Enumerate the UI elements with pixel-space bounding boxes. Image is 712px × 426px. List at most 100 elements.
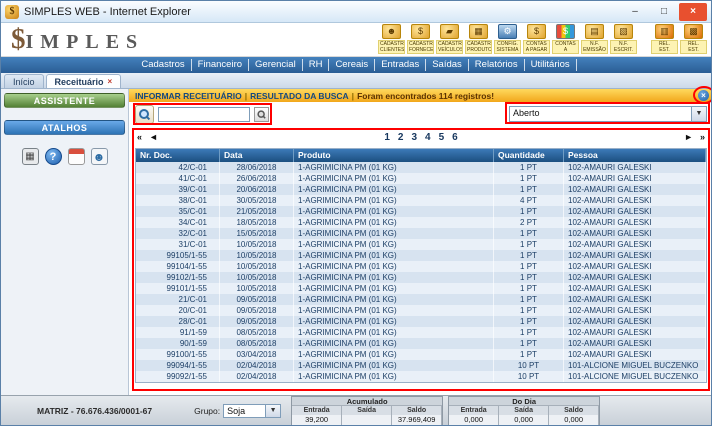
table-row[interactable]: 35/C-0121/05/20181-AGRIMICINA PM (01 KG)… bbox=[136, 206, 706, 217]
table-row[interactable]: 21/C-0109/05/20181-AGRIMICINA PM (01 KG)… bbox=[136, 294, 706, 305]
table-row[interactable]: 41/C-0126/06/20181-AGRIMICINA PM (01 KG)… bbox=[136, 173, 706, 184]
table-row[interactable]: 42/C-0128/06/20181-AGRIMICINA PM (01 KG)… bbox=[136, 162, 706, 173]
tab-receituario[interactable]: Receituário× bbox=[46, 74, 122, 88]
page-1[interactable]: 1 bbox=[384, 132, 390, 143]
atalhos-button[interactable]: ATALHOS bbox=[4, 120, 125, 135]
table-row[interactable]: 99100/1-5503/04/20181-AGRIMICINA PM (01 … bbox=[136, 349, 706, 360]
table-row[interactable]: 34/C-0118/05/20181-AGRIMICINA PM (01 KG)… bbox=[136, 217, 706, 228]
table-row[interactable]: 99104/1-5510/05/20181-AGRIMICINA PM (01 … bbox=[136, 261, 706, 272]
cell-quantidade: 1 PT bbox=[494, 349, 564, 360]
cell-pessoa: 102-AMAURI GALESKI bbox=[564, 228, 706, 239]
menu-item-financeiro[interactable]: Financeiro bbox=[192, 59, 249, 71]
cell-nr-doc: 99105/1-55 bbox=[136, 250, 220, 261]
cell-data: 03/04/2018 bbox=[220, 349, 294, 360]
cell-data: 10/05/2018 bbox=[220, 272, 294, 283]
calculator-icon[interactable]: ▦ bbox=[22, 148, 39, 165]
cell-data: 09/05/2018 bbox=[220, 294, 294, 305]
cell-pessoa: 102-AMAURI GALESKI bbox=[564, 294, 706, 305]
cell-nr-doc: 21/C-01 bbox=[136, 294, 220, 305]
table-row[interactable]: 20/C-0109/05/20181-AGRIMICINA PM (01 KG)… bbox=[136, 305, 706, 316]
toolbar-button-receivables[interactable]: $CONTAS A RECEBER bbox=[552, 24, 579, 54]
cell-pessoa: 102-AMAURI GALESKI bbox=[564, 327, 706, 338]
toolbar-item-label: CONTAS A RECEBER bbox=[552, 40, 579, 54]
minimize-button[interactable]: – bbox=[621, 3, 649, 21]
page-3[interactable]: 3 bbox=[411, 132, 417, 143]
table-row[interactable]: 28/C-0109/05/20181-AGRIMICINA PM (01 KG)… bbox=[136, 316, 706, 327]
menu-item-utilitarios[interactable]: Utilitários bbox=[525, 59, 577, 71]
page-5[interactable]: 5 bbox=[439, 132, 445, 143]
table-row[interactable]: 32/C-0115/05/20181-AGRIMICINA PM (01 KG)… bbox=[136, 228, 706, 239]
toolbar-button-vehicles[interactable]: ▰CADASTRO VEÍCULOS bbox=[436, 24, 463, 54]
toolbar-button-settings[interactable]: ⚙CONFIG. SISTEMA bbox=[494, 24, 521, 54]
menu-item-rh[interactable]: RH bbox=[303, 59, 330, 71]
table-row[interactable]: 99094/1-5502/04/20181-AGRIMICINA PM (01 … bbox=[136, 360, 706, 371]
calendar-icon[interactable] bbox=[68, 148, 85, 165]
menu-item-gerencial[interactable]: Gerencial bbox=[249, 59, 303, 71]
menu-item-cadastros[interactable]: Cadastros bbox=[135, 59, 191, 71]
cell-pessoa: 102-AMAURI GALESKI bbox=[564, 162, 706, 173]
acumulado-saldo-value: 37.969,409 bbox=[392, 415, 442, 425]
cell-nr-doc: 91/1-59 bbox=[136, 327, 220, 338]
menu-item-saidas[interactable]: Saídas bbox=[426, 59, 469, 71]
table-row[interactable]: 31/C-0110/05/20181-AGRIMICINA PM (01 KG)… bbox=[136, 239, 706, 250]
toolbar: ☻CADASTRO CLIENTES$CADASTRO FORNECEDOR▰C… bbox=[376, 24, 707, 54]
search-button[interactable] bbox=[135, 105, 154, 124]
toolbar-item-label: CONFIG. SISTEMA bbox=[494, 40, 521, 54]
grupo-select[interactable]: Soja ▼ bbox=[223, 404, 281, 418]
search-go-button[interactable] bbox=[254, 107, 269, 122]
last-page-button[interactable]: » bbox=[700, 130, 705, 144]
close-results-button[interactable]: × bbox=[698, 90, 709, 101]
acumulado-saldo-label: Saldo bbox=[392, 406, 442, 415]
menu-item-relatorios[interactable]: Relatórios bbox=[469, 59, 525, 71]
cell-pessoa: 102-AMAURI GALESKI bbox=[564, 239, 706, 250]
column-header-quantidade: Quantidade bbox=[494, 149, 564, 162]
maximize-button[interactable]: □ bbox=[650, 3, 678, 21]
prev-page-button[interactable]: ◄ bbox=[149, 130, 158, 144]
user-icon[interactable]: ☻ bbox=[91, 148, 108, 165]
receivables-icon: $ bbox=[556, 24, 575, 39]
status-filter-select[interactable]: Aberto ▼ bbox=[509, 106, 707, 122]
cell-quantidade: 1 PT bbox=[494, 316, 564, 327]
table-row[interactable]: 91/1-5908/05/20181-AGRIMICINA PM (01 KG)… bbox=[136, 327, 706, 338]
cell-data: 30/05/2018 bbox=[220, 195, 294, 206]
close-window-button[interactable]: × bbox=[679, 3, 707, 21]
menu-item-entradas[interactable]: Entradas bbox=[375, 59, 426, 71]
tab-label: Início bbox=[13, 77, 35, 87]
table-row[interactable]: 39/C-0120/06/20181-AGRIMICINA PM (01 KG)… bbox=[136, 184, 706, 195]
column-header-nr-doc: Nr. Doc. bbox=[136, 149, 220, 162]
table-row[interactable]: 99092/1-5502/04/20181-AGRIMICINA PM (01 … bbox=[136, 371, 706, 382]
table-row[interactable]: 38/C-0130/05/20181-AGRIMICINA PM (01 KG)… bbox=[136, 195, 706, 206]
page-4[interactable]: 4 bbox=[425, 132, 431, 143]
chevron-down-icon[interactable]: ▼ bbox=[691, 107, 706, 121]
toolbar-button-invoice[interactable]: ▤N.F. EMISSÃO bbox=[581, 24, 608, 54]
toolbar-button-payables[interactable]: $CONTAS A PAGAR bbox=[523, 24, 550, 54]
tab-inicio[interactable]: Início bbox=[4, 74, 44, 88]
toolbar-button-suppliers[interactable]: $CADASTRO FORNECEDOR bbox=[407, 24, 434, 54]
cell-quantidade: 1 PT bbox=[494, 173, 564, 184]
cell-produto: 1-AGRIMICINA PM (01 KG) bbox=[294, 338, 494, 349]
chevron-down-icon[interactable]: ▼ bbox=[265, 405, 280, 417]
toolbar-button-cereals-report[interactable]: ▩REL. EST. CEREAIS bbox=[680, 24, 707, 54]
search-input[interactable] bbox=[158, 107, 250, 122]
page-2[interactable]: 2 bbox=[398, 132, 404, 143]
table-row[interactable]: 90/1-5908/05/20181-AGRIMICINA PM (01 KG)… bbox=[136, 338, 706, 349]
toolbar-button-products[interactable]: ▦CADASTRO PRODUTOS bbox=[465, 24, 492, 54]
assistente-button[interactable]: ASSISTENTE bbox=[4, 93, 125, 108]
table-row[interactable]: 99101/1-5510/05/20181-AGRIMICINA PM (01 … bbox=[136, 283, 706, 294]
suppliers-icon: $ bbox=[411, 24, 430, 39]
tab-close-icon[interactable]: × bbox=[108, 77, 113, 86]
help-icon[interactable]: ? bbox=[45, 148, 62, 165]
cell-nr-doc: 38/C-01 bbox=[136, 195, 220, 206]
dodia-saida-value: 0,000 bbox=[499, 415, 549, 425]
menu-item-cereais[interactable]: Cereais bbox=[329, 59, 375, 71]
cell-produto: 1-AGRIMICINA PM (01 KG) bbox=[294, 305, 494, 316]
page-6[interactable]: 6 bbox=[452, 132, 458, 143]
next-page-button[interactable]: ► bbox=[684, 130, 693, 144]
table-row[interactable]: 99105/1-5510/05/20181-AGRIMICINA PM (01 … bbox=[136, 250, 706, 261]
toolbar-button-bookkeeping[interactable]: ▧N.F. ESCRIT. bbox=[610, 24, 637, 54]
toolbar-button-materials-report[interactable]: ▥REL. EST. MATERIAIS bbox=[651, 24, 678, 54]
first-page-button[interactable]: « bbox=[137, 130, 142, 144]
toolbar-button-clients[interactable]: ☻CADASTRO CLIENTES bbox=[378, 24, 405, 54]
pager-left-arrows: « ◄ bbox=[137, 130, 158, 144]
table-row[interactable]: 99102/1-5510/05/20181-AGRIMICINA PM (01 … bbox=[136, 272, 706, 283]
